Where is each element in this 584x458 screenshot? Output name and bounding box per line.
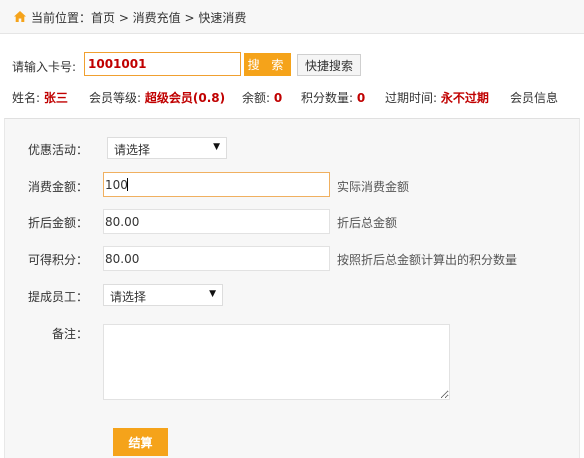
member-level-value: 超级会员(0.8) (144, 91, 226, 105)
remark-label: 备注： (52, 327, 89, 341)
card-number-input[interactable] (84, 52, 241, 76)
promotion-select-value: 请选择 (114, 143, 151, 157)
promotion-select[interactable]: 请选择 ▼ (107, 137, 227, 159)
amount-input[interactable]: 100 (103, 172, 330, 197)
promotion-label: 优惠活动： (28, 143, 89, 157)
discount-amount-label: 折后金额： (28, 216, 89, 230)
discount-amount-input[interactable]: 80.00 (103, 209, 330, 234)
settle-button[interactable]: 结算 (113, 428, 168, 456)
amount-input-value: 100 (105, 178, 128, 192)
home-icon (14, 11, 26, 22)
amount-label: 消费金额： (28, 180, 89, 194)
dropdown-arrow-icon: ▼ (209, 289, 216, 299)
breadcrumb-text: 当前位置：首页 > 消费充值 > 快速消费 (31, 11, 247, 25)
discount-amount-hint: 折后总金额 (337, 216, 398, 230)
amount-hint: 实际消费金额 (337, 180, 410, 194)
member-info-link[interactable]: 会员信息 (510, 89, 558, 106)
member-balance: 余额: 0 (242, 89, 282, 106)
commission-staff-select[interactable]: 请选择 ▼ (103, 284, 223, 306)
remark-textarea[interactable] (103, 324, 450, 400)
member-search-area: 请输入卡号: 搜 索 快捷搜索 姓名: 张三 会员等级: 超级会员(0.8) 余… (0, 34, 584, 118)
text-cursor (127, 178, 128, 191)
member-balance-value: 0 (273, 91, 283, 105)
consumption-form-panel (4, 118, 580, 458)
member-level-label: 会员等级: (89, 91, 142, 105)
breadcrumb: 当前位置：首页 > 消费充值 > 快速消费 (0, 0, 584, 34)
member-name-value: 张三 (43, 91, 68, 105)
member-points-label: 积分数量: (301, 91, 354, 105)
earned-points-hint: 按照折后总金额计算出的积分数量 (337, 253, 518, 267)
discount-amount-value: 80.00 (105, 215, 140, 229)
member-name: 姓名: 张三 (12, 89, 68, 106)
member-name-label: 姓名: (12, 91, 41, 105)
member-level: 会员等级: 超级会员(0.8) (89, 89, 225, 106)
member-expiry-label: 过期时间: (385, 91, 438, 105)
member-expiry-value: 永不过期 (440, 91, 489, 105)
earned-points-label: 可得积分： (28, 253, 89, 267)
member-expiry: 过期时间: 永不过期 (385, 89, 489, 106)
quick-search-button[interactable]: 快捷搜索 (297, 54, 361, 76)
member-points: 积分数量: 0 (301, 89, 365, 106)
dropdown-arrow-icon: ▼ (213, 142, 220, 152)
earned-points-value: 80.00 (105, 252, 140, 266)
card-number-label: 请输入卡号: (12, 60, 77, 74)
member-points-value: 0 (356, 91, 366, 105)
search-button[interactable]: 搜 索 (244, 53, 291, 76)
commission-staff-label: 提成员工： (28, 290, 89, 304)
commission-staff-select-value: 请选择 (110, 290, 147, 304)
earned-points-input[interactable]: 80.00 (103, 246, 330, 271)
member-balance-label: 余额: (242, 91, 271, 105)
